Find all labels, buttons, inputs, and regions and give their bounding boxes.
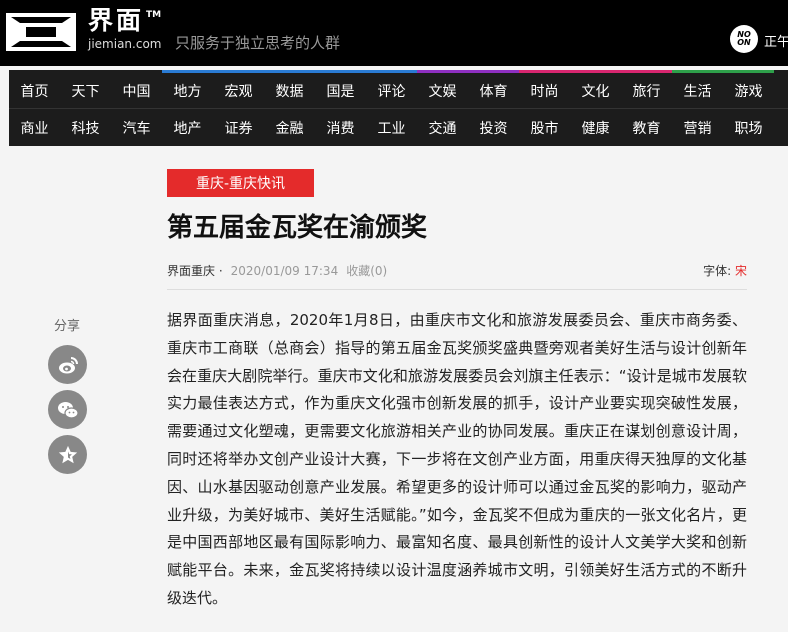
nav-item[interactable]: 旅行 (621, 70, 672, 108)
font-switch[interactable]: 字体: 宋 (703, 261, 747, 281)
nav-item[interactable]: 工业 (366, 108, 417, 146)
nav-item[interactable]: 生活 (672, 70, 723, 108)
nav-item[interactable]: 消费 (315, 108, 366, 146)
nav-item[interactable]: 商 (774, 108, 788, 146)
nav-item[interactable]: 游戏 (723, 70, 774, 108)
nav-item[interactable]: 股市 (519, 108, 570, 146)
category-tag[interactable]: 重庆-重庆快讯 (167, 169, 314, 197)
brand-name-cn[interactable]: 界面 (88, 6, 144, 36)
nav-item[interactable]: 地产 (162, 108, 213, 146)
nav-item[interactable]: 文化 (570, 70, 621, 108)
article-title: 第五届金瓦奖在渝颁奖 (167, 213, 428, 243)
nav-item[interactable]: 职场 (723, 108, 774, 146)
nav-item[interactable]: 证券 (213, 108, 264, 146)
nav-item[interactable]: 地方 (162, 70, 213, 108)
nav-item[interactable]: 商业 (9, 108, 60, 146)
nav-item[interactable]: 时尚 (519, 70, 570, 108)
weibo-share-button[interactable] (48, 345, 87, 384)
nav-row-2: 商业科技汽车地产证券金融消费工业交通投资股市健康教育营销职场商 (9, 108, 788, 146)
noon-badge-line2: ON (737, 38, 751, 47)
nav-item[interactable]: 中国 (111, 70, 162, 108)
font-value[interactable]: 宋 (735, 264, 747, 278)
nav-item[interactable]: 健康 (570, 108, 621, 146)
nav-item[interactable]: 首页 (9, 70, 60, 108)
nav-item[interactable]: 宏观 (213, 70, 264, 108)
weibo-icon (58, 356, 78, 373)
wechat-share-button[interactable] (48, 390, 87, 429)
nav-item[interactable]: 金融 (264, 108, 315, 146)
wechat-icon (57, 401, 79, 419)
jiemian-logo[interactable] (6, 11, 76, 53)
nav-item[interactable]: 汽车 (111, 108, 162, 146)
trademark-mark: TM (146, 10, 162, 20)
share-label: 分享 (54, 319, 81, 334)
brand-domain: jiemian.com (88, 37, 162, 51)
top-header: 界面 TM jiemian.com 只服务于独立思考的人群 NO ON 正午 (0, 0, 788, 66)
nav-item[interactable]: 交通 (417, 108, 468, 146)
nav-item[interactable]: 国是 (315, 70, 366, 108)
favorite-star-icon (58, 445, 77, 463)
favorite-share-button[interactable] (48, 435, 87, 474)
nav-item[interactable]: 天下 (60, 70, 111, 108)
nav-item[interactable]: 投资 (468, 108, 519, 146)
main-nav: 首页 天下 中国 地方 宏观 数据 国是 评论 文娱 体育 时尚 文化 旅行 生活 游戏 商业 科技 汽车 地产证… (9, 70, 788, 146)
article-body: 据界面重庆消息，2020年1月8日，由重庆市文化和旅游发展委员会、重庆市商务委、… (167, 311, 747, 607)
author-link[interactable]: 界面重庆 · (167, 264, 223, 278)
nav-item[interactable]: 数据 (264, 70, 315, 108)
nav-row-1: 首页 天下 中国 地方 宏观 数据 国是 评论 文娱 体育 时尚 文化 旅行 生活 游戏 (9, 70, 774, 108)
nav-item[interactable]: 教育 (621, 108, 672, 146)
meta-divider (167, 289, 747, 290)
nav-item[interactable]: 评论 (366, 70, 417, 108)
nav-item[interactable]: 营销 (672, 108, 723, 146)
font-label: 字体: (703, 264, 732, 278)
nav-item[interactable]: 文娱 (417, 70, 468, 108)
site-slogan: 只服务于独立思考的人群 (175, 34, 341, 52)
publish-date: 2020/01/09 17:34 (230, 264, 339, 278)
nav-item[interactable]: 体育 (468, 70, 519, 108)
nav-item[interactable]: 科技 (60, 108, 111, 146)
favorite-link[interactable]: 收藏(0) (346, 264, 387, 278)
noon-badge[interactable]: NO ON (730, 25, 758, 53)
article-meta: 界面重庆 · 2020/01/09 17:34 收藏(0) 字体: 宋 (167, 261, 747, 281)
noon-link[interactable]: 正午 (764, 31, 788, 50)
